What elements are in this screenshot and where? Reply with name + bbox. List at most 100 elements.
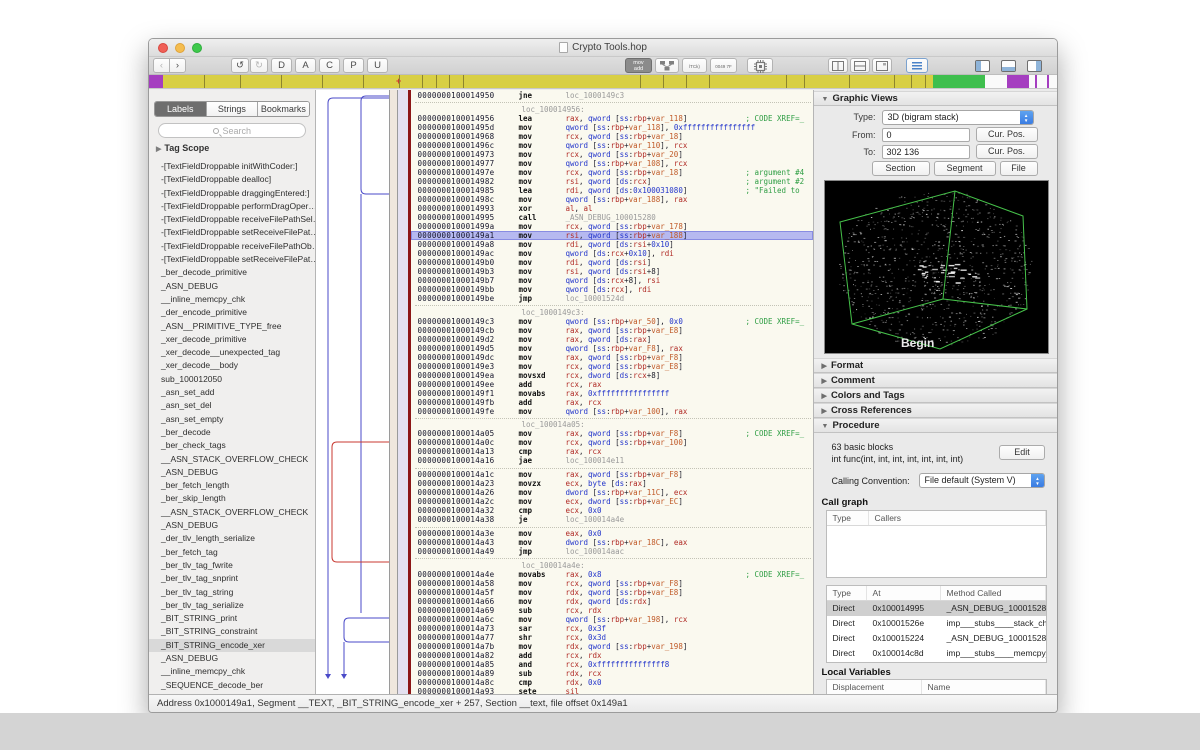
call-graph-row[interactable]: Direct0x10001526eimp___stubs____stack_ch…: [827, 616, 1046, 631]
disassembly-line[interactable]: 0000000100014a58movrcx, qword [ss:rbp+va…: [411, 579, 812, 588]
disassembly-line[interactable]: 0000000100014a89subrdx, rcx: [411, 669, 812, 678]
sidebar-item[interactable]: _asn_set_empty: [149, 413, 315, 426]
disassembly-line[interactable]: 0000000100014a32cmpecx, 0x0: [411, 506, 812, 515]
sidebar-item[interactable]: _der_encode_primitive: [149, 306, 315, 319]
sidebar-item[interactable]: __inline_memcpy_chk: [149, 293, 315, 306]
assembly-view-button[interactable]: movadd: [625, 58, 652, 73]
sidebar-item[interactable]: _ber_decode_primitive: [149, 266, 315, 279]
sidebar-item[interactable]: _ber_fetch_tag: [149, 546, 315, 559]
sidebar-item[interactable]: -[TextFieldDroppable setReceiveFilePat…]: [149, 226, 315, 239]
back-button[interactable]: ‹: [153, 58, 170, 73]
sidebar-item[interactable]: _ASN__PRIMITIVE_TYPE_free: [149, 320, 315, 333]
disassembly-line[interactable]: 0000000100014a05movrax, qword [ss:rbp+va…: [411, 429, 812, 438]
disassembly-line[interactable]: 000000010001495dmovqword [ss:rbp+var_118…: [411, 123, 812, 132]
split-vertical-icon[interactable]: [828, 58, 848, 73]
edit-signature-button[interactable]: Edit: [999, 445, 1045, 460]
disassembly-line-selected[interactable]: 00000001000149a1movrsi, qword [ss:rbp+va…: [411, 231, 812, 240]
data-button[interactable]: D: [271, 58, 292, 73]
disassembly-line[interactable]: 0000000100014a93setesil: [411, 687, 812, 694]
sidebar-item[interactable]: __ASN_STACK_OVERFLOW_CHECK: [149, 506, 315, 519]
code-label[interactable]: loc_100014a05:: [411, 420, 812, 429]
disassembly-line[interactable]: 0000000100014a5fmovrdx, qword [ss:rbp+va…: [411, 588, 812, 597]
callers-col-callers[interactable]: Callers: [869, 511, 1046, 525]
disassembly-line[interactable]: 00000001000149cbmovrax, qword [ss:rbp+va…: [411, 326, 812, 335]
sidebar-item[interactable]: _SEQUENCE_decode_ber: [149, 679, 315, 692]
disassembly-line[interactable]: 0000000100014a66movrdx, qword [ds:rdx]: [411, 597, 812, 606]
sidebar-item[interactable]: _asn_set_del: [149, 399, 315, 412]
disassembly-line[interactable]: 0000000100014a0cmovrcx, qword [ss:rbp+va…: [411, 438, 812, 447]
disassembly-line[interactable]: 0000000100014a73sarrcx, 0x3f: [411, 624, 812, 633]
disassembly-line[interactable]: 0000000100014973movrcx, qword [ss:rbp+va…: [411, 150, 812, 159]
tab-bookmarks[interactable]: Bookmarks: [258, 102, 309, 116]
section-cross-references[interactable]: ▶Cross References: [814, 403, 1057, 418]
disassembly-line[interactable]: 000000010001499amovrcx, qword [ss:rbp+va…: [411, 222, 812, 231]
sidebar-item[interactable]: _asn_set_add: [149, 386, 315, 399]
disassembly-line[interactable]: 00000001000149d2movrax, qword [ds:rax]: [411, 335, 812, 344]
disassembly-line[interactable]: 0000000100014956learax, qword [ss:rbp+va…: [411, 114, 812, 123]
hex-view-icon[interactable]: 0049 7F7A63 2B: [710, 58, 737, 73]
disassembly-pane[interactable]: 0000000100014950jneloc_1000149c3 loc_1000…: [408, 90, 812, 694]
sidebar-item[interactable]: _ASN_DEBUG: [149, 280, 315, 293]
sidebar-item[interactable]: _BIT_STRING_encode_xer: [149, 639, 315, 652]
disassembly-line[interactable]: 00000001000149b3movrsi, qword [ds:rsi+8]: [411, 267, 812, 276]
disassembly-line[interactable]: 0000000100014a82addrcx, rdx: [411, 651, 812, 660]
disassembly-line[interactable]: 00000001000149e3movrcx, qword [ss:rbp+va…: [411, 362, 812, 371]
sidebar-item[interactable]: _BIT_STRING_constraint: [149, 625, 315, 638]
disassembly-line[interactable]: 00000001000149femovqword [ss:rbp+var_100…: [411, 407, 812, 416]
graphic-type-select[interactable]: 3D (bigram stack)▲▼: [882, 110, 1034, 125]
disassembly-line[interactable]: 0000000100014a69subrcx, rdx: [411, 606, 812, 615]
disassembly-line[interactable]: 0000000100014a26movdword [ss:rbp+var_11C…: [411, 488, 812, 497]
disassembly-line[interactable]: 00000001000149a8movrdi, qword [ds:rsi+0x…: [411, 240, 812, 249]
sidebar-item[interactable]: _ASN_DEBUG: [149, 519, 315, 532]
sidebar-item[interactable]: _xer_decode__unexpected_tag: [149, 346, 315, 359]
sidebar-item[interactable]: _ber_tlv_tag_serialize: [149, 599, 315, 612]
sidebar-item[interactable]: _xer_decode_primitive: [149, 333, 315, 346]
callers-table[interactable]: Type Callers: [826, 510, 1047, 578]
sidebar-item[interactable]: -[TextFieldDroppable receiveFilePathOb…]: [149, 240, 315, 253]
zoom-window-button[interactable]: [192, 43, 202, 53]
section-colors-tags[interactable]: ▶Colors and Tags: [814, 388, 1057, 403]
section-comment[interactable]: ▶Comment: [814, 373, 1057, 388]
disassembly-line[interactable]: 00000001000149dcmovrax, qword [ss:rbp+va…: [411, 353, 812, 362]
disassembly-line[interactable]: 0000000100014977movqword [ss:rbp+var_108…: [411, 159, 812, 168]
call-graph-row[interactable]: Direct0x100014c8dimp___stubs____memcpy_c…: [827, 646, 1046, 661]
disassembly-line[interactable]: 0000000100014a43movdword [ss:rbp+var_18C…: [411, 538, 812, 547]
code-label[interactable]: loc_100014956:: [411, 105, 812, 114]
pseudo-code-button[interactable]: [906, 58, 928, 73]
sidebar-item[interactable]: _ber_check_tags: [149, 439, 315, 452]
sidebar-item[interactable]: -[TextFieldDroppable setReceiveFilePat…]: [149, 253, 315, 266]
procedure-button[interactable]: P: [343, 58, 364, 73]
disassembly-line[interactable]: 0000000100014995call_ASN_DEBUG_100015280: [411, 213, 812, 222]
disassembly-line[interactable]: 0000000100014a7bmovrdx, qword [ss:rbp+va…: [411, 642, 812, 651]
disassembly-line[interactable]: 00000001000149c3movqword [ss:rbp+var_50]…: [411, 317, 812, 326]
disassembly-line[interactable]: 00000001000149bejmploc_10001524d: [411, 294, 812, 303]
section-graphic-views[interactable]: ▼Graphic Views: [814, 91, 1057, 106]
code-button[interactable]: C: [319, 58, 340, 73]
file-range-button[interactable]: File: [1000, 161, 1038, 176]
section-format[interactable]: ▶Format: [814, 358, 1057, 373]
disassembly-line[interactable]: 0000000100014993xoral, al: [411, 204, 812, 213]
disassembly-line[interactable]: 0000000100014982movrsi, qword [ds:rcx]; …: [411, 177, 812, 186]
split-horizontal-icon[interactable]: [850, 58, 870, 73]
toggle-right-panel-icon[interactable]: [1027, 60, 1042, 72]
forward-button[interactable]: ›: [169, 58, 186, 73]
disassembly-line[interactable]: 0000000100014a77shrrcx, 0x3d: [411, 633, 812, 642]
sidebar-item[interactable]: _ASN_DEBUG: [149, 652, 315, 665]
sidebar-item[interactable]: _xer_decode__body: [149, 359, 315, 372]
disassembly-line[interactable]: 0000000100014a2cmovecx, dword [ss:rbp+va…: [411, 497, 812, 506]
sidebar-item[interactable]: __ASN_STACK_OVERFLOW_CHECK: [149, 453, 315, 466]
disassembly-line[interactable]: 0000000100014a38jeloc_100014a4e: [411, 515, 812, 524]
section-range-button[interactable]: Section: [872, 161, 930, 176]
to-cur-pos-button[interactable]: Cur. Pos.: [976, 144, 1038, 159]
disassembly-line[interactable]: 0000000100014a8ccmprdx, 0x0: [411, 678, 812, 687]
calls-col-type[interactable]: Type: [827, 586, 867, 600]
disassembly-line[interactable]: 0000000100014985leardi, qword [ds:0x1000…: [411, 186, 812, 195]
disassembly-line[interactable]: 00000001000149bbmovqword [ds:rcx], rdi: [411, 285, 812, 294]
sidebar-item[interactable]: _ber_skip_length: [149, 492, 315, 505]
disassembly-line[interactable]: 0000000100014a3emoveax, 0x0: [411, 529, 812, 538]
call-graph-row[interactable]: Direct0x100015224_ASN_DEBUG_100015280: [827, 631, 1046, 646]
disassembly-line[interactable]: 000000010001496cmovqword [ss:rbp+var_110…: [411, 141, 812, 150]
from-cur-pos-button[interactable]: Cur. Pos.: [976, 127, 1038, 142]
disassembly-line[interactable]: 0000000100014950jneloc_1000149c3: [411, 91, 812, 100]
sidebar-item[interactable]: sub_100012050: [149, 373, 315, 386]
